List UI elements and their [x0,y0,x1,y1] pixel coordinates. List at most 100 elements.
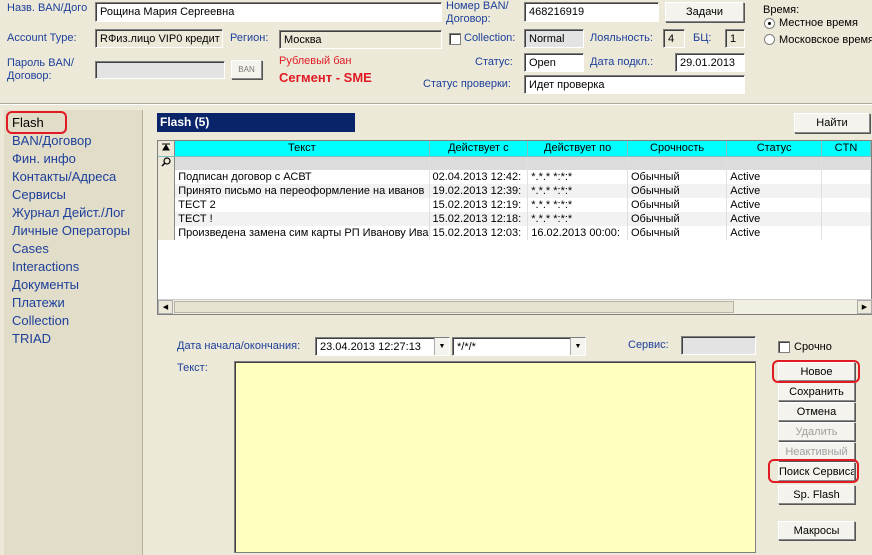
scroll-thumb[interactable] [174,301,734,313]
highlight-new [772,360,860,383]
connect-date-field[interactable]: 29.01.2013 [675,53,745,72]
scroll-right-icon[interactable]: ▶ [857,300,872,314]
sidebar-item-log[interactable]: Журнал Дейст./Лог [4,204,142,222]
collection-field[interactable]: Normal [524,29,584,48]
table-cell [821,198,871,212]
table-row[interactable]: ТЕСТ 2 15.02.2013 12:19: *.*.* *:*:* Обычны… [158,198,871,212]
table-cell: 15.02.2013 12:03: [429,226,529,240]
flash-text-area[interactable] [234,361,756,553]
status-field[interactable]: Open [524,53,584,72]
highlight-search-service [768,459,859,483]
filter-cell[interactable] [429,156,529,170]
sidebar-item-fin-info[interactable]: Фин. инфо [4,150,142,168]
bc-label: БЦ: [693,32,712,44]
ruble-ban-label: Рублевый бан [279,55,352,67]
header-divider-light [0,104,872,105]
sidebar-item-ban[interactable]: BAN/Договор [4,132,142,150]
scroll-left-icon[interactable]: ◀ [158,300,173,314]
sidebar-item-documents[interactable]: Документы [4,276,142,294]
ban-number-field[interactable]: 468216919 [524,2,659,22]
row-indicator[interactable] [158,226,176,240]
loyalty-field[interactable]: 4 [663,29,685,48]
col-header-text[interactable]: Текст [174,141,430,157]
status-label: Статус: [475,56,513,68]
find-button[interactable]: Найти [794,113,870,133]
urgent-checkbox[interactable] [778,341,790,353]
highlight-flash [6,111,67,134]
table-cell: ТЕСТ 2 [174,198,430,212]
date-end-combo[interactable]: */*/* ▼ [452,337,586,356]
col-header-from[interactable]: Действует с [429,141,529,157]
table-row[interactable]: ТЕСТ ! 15.02.2013 12:18: *.*.* *:*:* Обычны… [158,212,871,226]
sidebar-item-collection[interactable]: Collection [4,312,142,330]
service-field[interactable] [681,336,756,355]
table-cell [821,170,871,184]
table-cell: ТЕСТ ! [174,212,430,226]
account-type-label: Account Type: [7,32,77,44]
time-local-radio[interactable] [764,18,775,29]
table-row[interactable]: Произведена замена сим карты РП Иванову … [158,226,871,240]
filter-cell[interactable] [821,156,871,170]
ban-name-field[interactable]: Рощина Мария Сергеевна [95,2,442,22]
col-header-status[interactable]: Статус [726,141,822,157]
filter-cell[interactable] [627,156,728,170]
account-type-field[interactable]: RФиз.лицо VIP0 кредит [95,29,223,48]
sidebar-item-payments[interactable]: Платежи [4,294,142,312]
table-row[interactable]: Подписан договор с АСВТ 02.04.2013 12:42:… [158,170,871,184]
region-field[interactable]: Москва [279,30,442,49]
table-cell: Active [726,184,822,198]
row-indicator[interactable] [158,184,176,198]
filter-cell[interactable] [174,156,430,170]
macros-button[interactable]: Макросы [778,521,855,540]
time-label: Время: [763,4,800,16]
check-status-label: Статус проверки: [423,78,511,90]
filter-cell[interactable] [527,156,628,170]
region-label: Регион: [230,32,269,44]
grid-horizontal-scrollbar[interactable]: ◀ ▶ [158,299,872,314]
filter-cell[interactable] [726,156,822,170]
sp-flash-button[interactable]: Sp. Flash [778,485,855,504]
sidebar-item-interactions[interactable]: Interactions [4,258,142,276]
table-cell: Обычный [627,198,728,212]
sidebar-item-cases[interactable]: Cases [4,240,142,258]
collection-checkbox[interactable] [449,33,461,45]
table-cell: *.*.* *:*:* [527,184,628,198]
connect-date-label: Дата подкл.: [590,56,654,68]
save-button[interactable]: Сохранить [778,382,855,401]
table-cell: Обычный [627,212,728,226]
chevron-down-icon[interactable]: ▼ [570,338,585,355]
table-row[interactable]: Принято письмо на переоформление на иван… [158,184,871,198]
row-indicator[interactable] [158,198,176,212]
chevron-down-icon[interactable]: ▼ [434,338,449,355]
sidebar-item-personal-operators[interactable]: Личные Операторы [4,222,142,240]
password-label: Пароль BAN/ Договор: [7,57,74,82]
tasks-button[interactable]: Задачи [665,2,744,22]
service-label: Сервис: [628,339,669,351]
sidebar-item-triad[interactable]: TRIAD [4,330,142,348]
date-start-combo[interactable]: 23.04.2013 12:27:13 ▼ [315,337,450,356]
cancel-button[interactable]: Отмена [778,402,855,421]
password-field[interactable] [95,61,225,79]
table-cell: 19.02.2013 12:39: [429,184,529,198]
table-cell: *.*.* *:*:* [527,198,628,212]
sidebar-item-contacts[interactable]: Контакты/Адреса [4,168,142,186]
time-moscow-radio[interactable] [764,34,775,45]
table-cell: Active [726,226,822,240]
delete-button[interactable]: Удалить [778,422,855,441]
table-cell: Active [726,198,822,212]
bc-field[interactable]: 1 [725,29,745,48]
table-cell: Active [726,170,822,184]
ban-button[interactable]: BAN [231,60,262,79]
table-cell: Произведена замена сим карты РП Иванову … [174,226,430,240]
date-end-value: */*/* [457,341,476,353]
row-indicator[interactable] [158,212,176,226]
col-header-urgency[interactable]: Срочность [627,141,728,157]
grid-corner-icon[interactable] [158,141,176,157]
col-header-to[interactable]: Действует по [527,141,628,157]
check-status-field[interactable]: Идет проверка [524,75,745,94]
row-indicator[interactable] [158,170,176,184]
collection-label: Collection: [464,32,516,44]
filter-search-icon[interactable] [158,156,176,170]
col-header-ctn[interactable]: CTN [821,141,871,157]
sidebar-item-services[interactable]: Сервисы [4,186,142,204]
